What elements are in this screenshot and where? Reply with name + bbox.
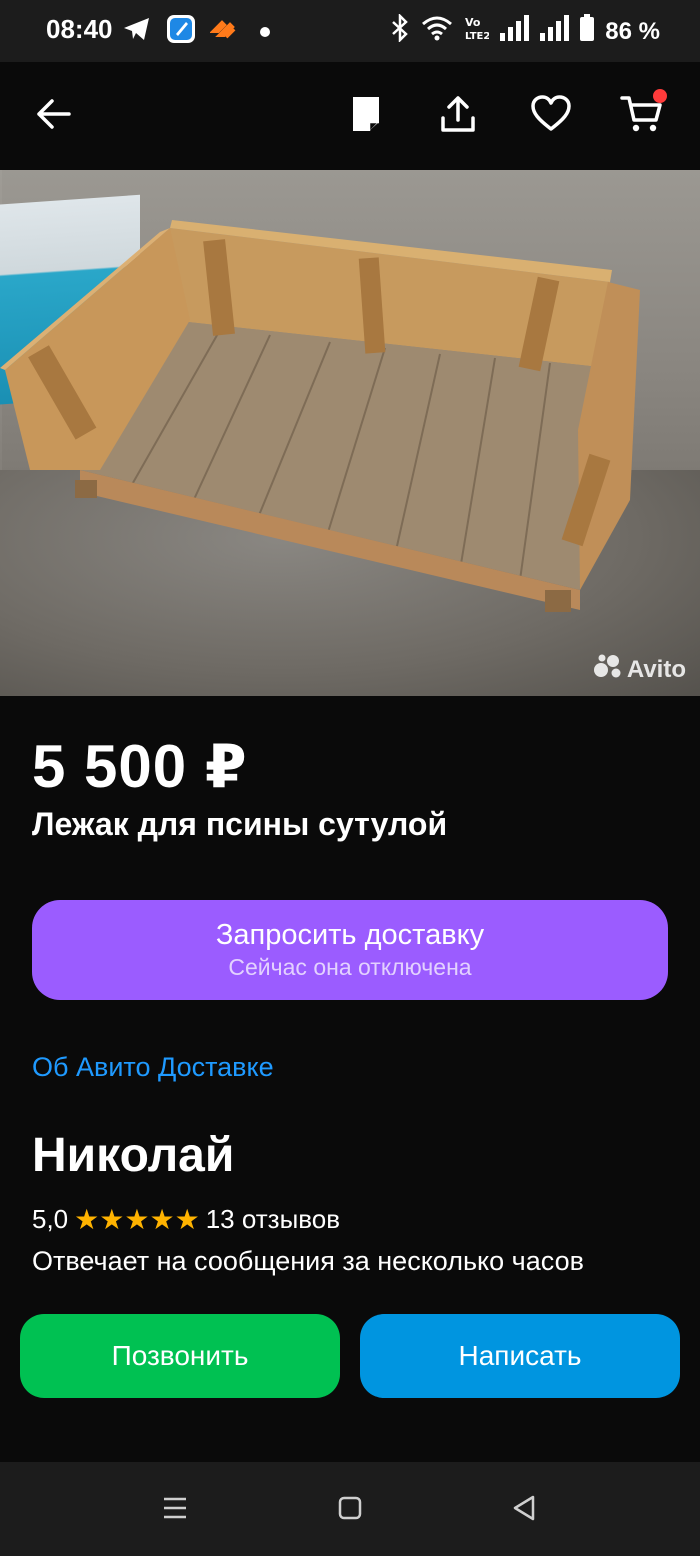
avito-logo-icon (593, 653, 623, 686)
volte-icon: Vo LTE2 (463, 14, 490, 49)
telegram-icon (122, 16, 152, 47)
home-icon (337, 1495, 363, 1526)
rating-value: 5,0 (32, 1204, 69, 1234)
delivery-button-label: Запросить доставку (215, 919, 485, 951)
signal-icon (499, 15, 530, 48)
listing-price: 5 500 ₽ (32, 733, 248, 800)
dog-bed-illustration (0, 220, 640, 612)
status-time: 08:40 (46, 14, 113, 44)
favorite-button[interactable] (523, 88, 579, 144)
battery-percent: 86 % (605, 17, 660, 45)
cart-badge (653, 88, 667, 103)
share-button[interactable] (430, 88, 486, 144)
system-back-button[interactable] (504, 1492, 544, 1528)
product-photo[interactable]: Avito (0, 170, 700, 696)
status-bar: 08:40 Vo LTE2 86 % (0, 0, 700, 62)
svg-text:LTE2: LTE2 (465, 31, 489, 42)
seller-response-time: Отвечает на сообщения за несколько часов (32, 1246, 584, 1276)
menu-icon (162, 1496, 188, 1525)
star-icon: ★ (149, 1203, 175, 1235)
note-icon (349, 94, 383, 139)
dot-icon (260, 26, 270, 37)
wifi-icon (421, 15, 453, 48)
home-button[interactable] (330, 1492, 370, 1528)
watermark-text: Avito (626, 655, 686, 683)
app-icon (166, 14, 196, 49)
app-bar (0, 62, 700, 170)
recent-apps-button[interactable] (155, 1492, 195, 1528)
bluetooth-icon (389, 12, 411, 49)
about-delivery-link[interactable]: Об Авито Доставке (32, 1052, 274, 1083)
status-right: Vo LTE2 86 % (389, 12, 660, 49)
reviews-count[interactable]: 13 отзывов (206, 1204, 340, 1235)
seller-rating[interactable]: 5,0 ★ ★ ★ ★ ★ 13 отзывов (32, 1204, 340, 1235)
cart-button[interactable] (614, 88, 670, 144)
seller-name[interactable]: Николай (32, 1128, 234, 1183)
note-button[interactable] (338, 88, 394, 144)
back-icon (511, 1494, 537, 1527)
listing-title: Лежак для псины сутулой (32, 806, 448, 842)
photo-watermark: Avito (593, 653, 686, 686)
share-icon (439, 94, 477, 139)
battery-icon (579, 14, 595, 49)
signal-icon (539, 15, 570, 48)
request-delivery-button[interactable]: Запросить доставку Сейчас она отключена (32, 900, 668, 1000)
delivery-button-sublabel: Сейчас она отключена (228, 954, 472, 980)
star-icon: ★ (74, 1203, 100, 1235)
status-left-icons (122, 14, 270, 49)
rating-stars: ★ ★ ★ ★ ★ (74, 1203, 200, 1235)
back-arrow-icon (36, 98, 72, 135)
back-button[interactable] (26, 88, 82, 144)
system-nav-bar (0, 1462, 700, 1556)
svg-text:Vo: Vo (465, 16, 481, 29)
heart-icon (530, 94, 572, 138)
cart-icon (620, 88, 667, 140)
call-button[interactable]: Позвонить (20, 1314, 340, 1398)
star-icon: ★ (99, 1203, 125, 1235)
write-button[interactable]: Написать (360, 1314, 680, 1398)
star-icon: ★ (124, 1203, 150, 1235)
orange-app-icon (209, 17, 238, 46)
star-icon: ★ (174, 1203, 200, 1235)
